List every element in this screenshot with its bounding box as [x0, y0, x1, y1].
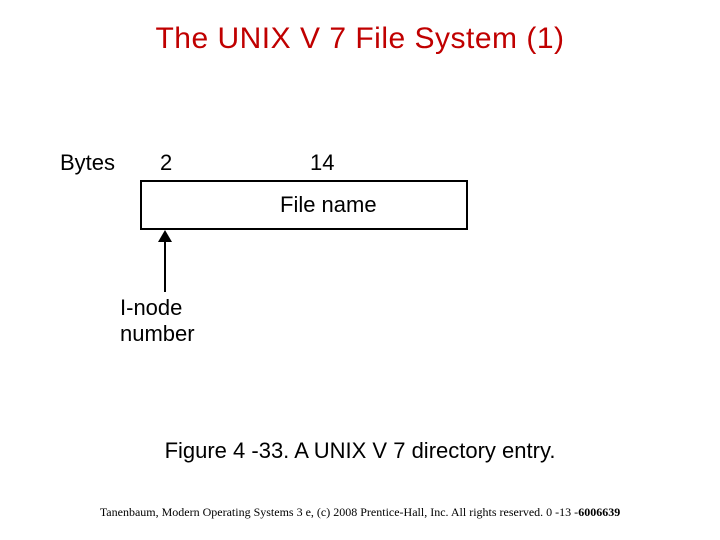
copyright-footer: Tanenbaum, Modern Operating Systems 3 e,… — [0, 505, 720, 520]
inode-field-width: 2 — [160, 150, 172, 176]
inode-label-line1: I-node — [120, 295, 182, 320]
bytes-row-label: Bytes — [60, 150, 115, 176]
arrow-line — [164, 232, 166, 292]
inode-number-box — [140, 180, 190, 230]
footer-isbn-tail: 6006639 — [578, 505, 620, 519]
footer-text: Tanenbaum, Modern Operating Systems 3 e,… — [100, 505, 578, 519]
inode-number-label: I-node number — [120, 295, 195, 348]
directory-entry-diagram: Bytes 2 14 File name I-node number — [60, 150, 510, 370]
figure-caption: Figure 4 -33. A UNIX V 7 directory entry… — [0, 438, 720, 464]
slide-title: The UNIX V 7 File System (1) — [0, 0, 720, 56]
inode-label-line2: number — [120, 321, 195, 346]
filename-box-label: File name — [280, 192, 377, 218]
filename-field-width: 14 — [310, 150, 334, 176]
